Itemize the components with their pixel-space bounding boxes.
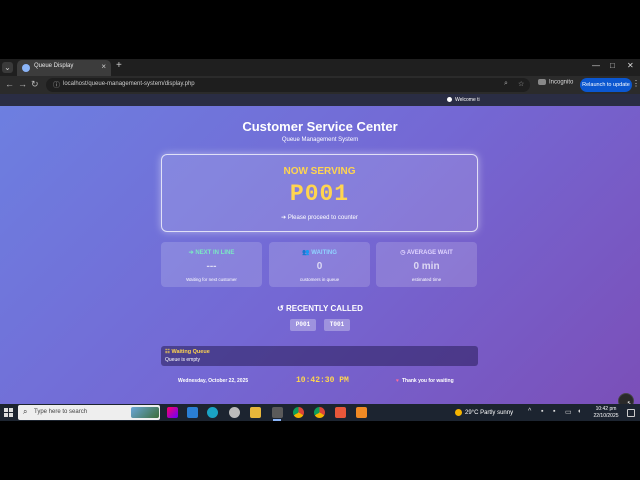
file-explorer-icon[interactable] <box>250 407 261 418</box>
reload-icon[interactable]: ↻ <box>31 79 39 90</box>
notification-icon[interactable] <box>627 409 635 417</box>
chrome-icon[interactable] <box>293 407 304 418</box>
network-icon[interactable]: ▭ <box>565 408 572 416</box>
active-app-indicator <box>273 419 281 421</box>
next-in-line-card: ➔ NEXT IN LINE --- Waiting for next cust… <box>161 242 262 287</box>
minimize-icon[interactable]: — <box>592 61 600 70</box>
address-url: localhost/queue-management-system/displa… <box>63 81 195 87</box>
favicon-icon <box>22 64 30 72</box>
close-window-icon[interactable]: ✕ <box>627 61 634 70</box>
waiting-title: 👥 WAITING <box>302 250 337 256</box>
average-wait-title: ◷ AVERAGE WAIT <box>400 250 453 256</box>
now-serving-number: P001 <box>289 181 350 207</box>
tab-title: Queue Display <box>34 63 74 69</box>
tray-app-icon[interactable]: ▪ <box>541 408 543 415</box>
new-tab-icon[interactable]: + <box>116 60 122 71</box>
bookmark-star-icon[interactable]: ☆ <box>518 80 524 88</box>
back-icon[interactable]: ← <box>5 79 14 89</box>
taskbar-search-placeholder: Type here to search <box>34 409 88 415</box>
recent-ticket-chip: P001 <box>290 319 316 331</box>
waiting-queue-panel: ☷ Waiting Queue Queue is empty <box>161 346 478 366</box>
footer-thanks: ♥ Thank you for waiting <box>396 378 454 384</box>
taskbar-clock[interactable]: 10:42 pm 22/10/2025 <box>590 406 622 419</box>
average-wait-sub: estimated time <box>411 277 442 282</box>
average-wait-value: 0 min <box>413 261 440 272</box>
incognito-icon <box>538 79 546 85</box>
xampp-icon[interactable] <box>356 407 367 418</box>
footer-clock: 10:42:30 PM <box>296 376 349 385</box>
browser-tab[interactable]: Queue Display × <box>17 60 111 76</box>
now-serving-label: NOW SERVING <box>283 166 356 177</box>
display-page: Customer Service Center Queue Management… <box>0 106 640 409</box>
maximize-icon[interactable]: □ <box>610 61 615 70</box>
taskbar: ⌕ Type here to search 29°C Partly sunny … <box>0 404 640 421</box>
tab-search-icon[interactable]: ⌄ <box>2 62 13 73</box>
waiting-card: 👥 WAITING 0 customers in queue <box>269 242 370 287</box>
weather-widget[interactable]: 29°C Partly sunny <box>455 409 513 416</box>
menu-kebab-icon[interactable]: ⋮ <box>632 79 640 88</box>
browser-nav-bar: ← → ↻ ⓘ localhost/queue-management-syste… <box>0 76 640 94</box>
site-info-icon[interactable]: ⓘ <box>53 80 60 90</box>
page-title: Customer Service Center <box>242 119 398 134</box>
taskbar-date: 22/10/2025 <box>593 412 619 419</box>
proceed-note: ➔ Please proceed to counter <box>281 215 358 221</box>
incognito-label: Incognito <box>549 79 574 86</box>
search-icon: ⌕ <box>23 407 28 416</box>
tray-chevron-icon[interactable]: ^ <box>528 408 531 415</box>
app-icon[interactable] <box>229 407 240 418</box>
browser-tab-bar: ⌄ Queue Display × + — □ ✕ <box>0 59 640 76</box>
next-in-line-title: ➔ NEXT IN LINE <box>188 250 235 256</box>
recently-called-title: ↺ RECENTLY CALLED <box>277 304 363 313</box>
address-bar[interactable]: ⓘ localhost/queue-management-system/disp… <box>46 78 530 92</box>
app-icon[interactable] <box>335 407 346 418</box>
average-wait-card: ◷ AVERAGE WAIT 0 min estimated time <box>376 242 477 287</box>
edge-icon[interactable] <box>207 407 218 418</box>
waiting-sub: customers in queue <box>299 277 340 282</box>
waiting-value: 0 <box>316 261 323 272</box>
screen: ⌄ Queue Display × + — □ ✕ ← → ↻ ⓘ localh… <box>0 0 640 480</box>
waiting-queue-title: ☷ Waiting Queue <box>165 349 210 355</box>
chrome-incognito-icon[interactable] <box>272 407 283 418</box>
user-icon <box>447 97 452 103</box>
relaunch-button[interactable]: Relaunch to update <box>580 78 632 92</box>
incognito-indicator[interactable]: Incognito <box>538 79 573 86</box>
copilot-icon[interactable] <box>167 407 178 418</box>
tray-app-icon[interactable]: ▪ <box>553 408 555 415</box>
now-serving-panel: NOW SERVING P001 ➔ Please proceed to cou… <box>161 154 478 232</box>
recent-ticket-chip: T001 <box>324 319 350 331</box>
page-subtitle: Queue Management System <box>281 137 359 143</box>
queue-empty-text: Queue is empty <box>165 357 201 363</box>
zoom-icon[interactable]: ⌕ <box>504 80 508 88</box>
search-highlight-image[interactable] <box>131 407 159 418</box>
weather-icon <box>455 409 462 416</box>
next-in-line-sub: Waiting for next customer <box>186 277 237 282</box>
vscode-icon[interactable] <box>187 407 198 418</box>
windows-start-icon[interactable] <box>4 408 13 417</box>
tab-close-icon[interactable]: × <box>101 62 106 71</box>
footer-date: Wednesday, October 22, 2025 <box>178 378 249 384</box>
heart-icon: ♥ <box>396 378 399 384</box>
volume-icon[interactable]: ◖ <box>577 408 581 415</box>
welcome-text: Welcome ti <box>447 97 480 103</box>
next-in-line-value: --- <box>206 261 217 272</box>
page-top-bar: Welcome ti <box>0 94 640 106</box>
forward-icon[interactable]: → <box>18 79 27 89</box>
chrome-icon[interactable] <box>314 407 325 418</box>
